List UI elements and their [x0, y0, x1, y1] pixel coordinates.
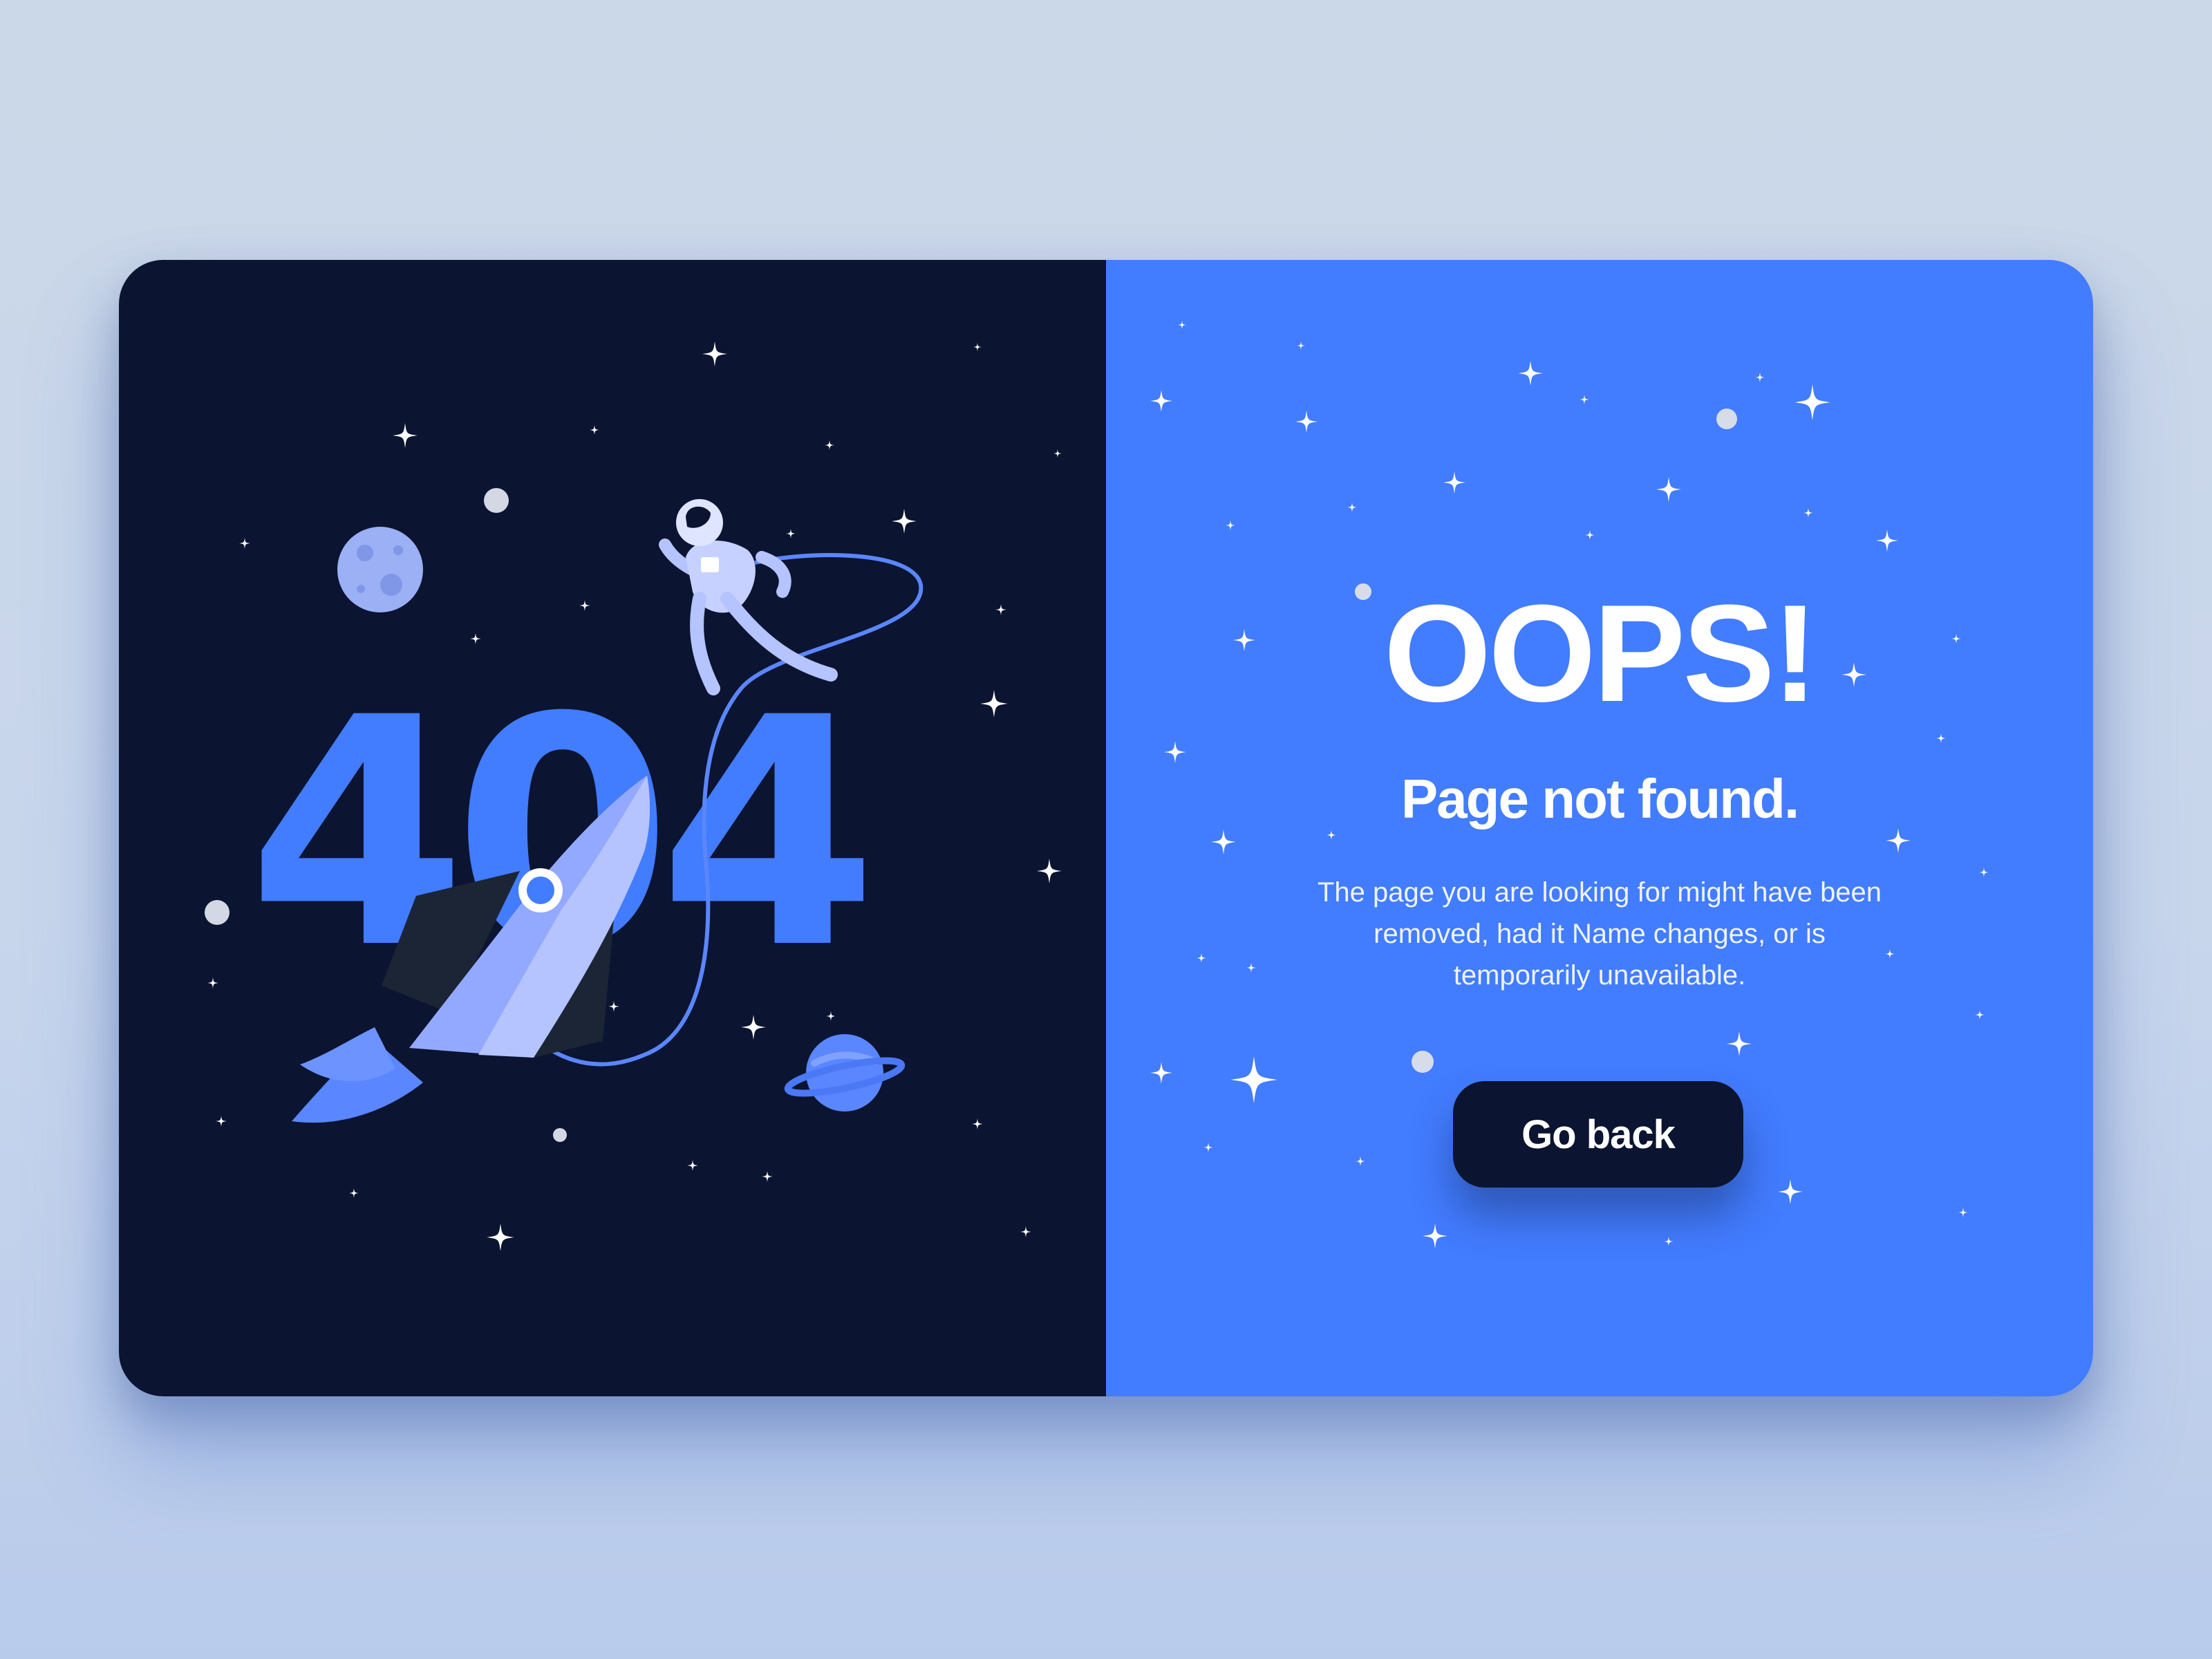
star-icon	[207, 977, 218, 988]
star-icon	[487, 1224, 514, 1251]
star-icon	[1020, 1226, 1031, 1237]
star-icon	[239, 538, 250, 549]
star-icon	[1037, 859, 1062, 883]
error-message-line: temporarily unavailable.	[1453, 960, 1746, 991]
go-back-button[interactable]: Go back	[1453, 1081, 1743, 1188]
star-icon	[687, 1160, 698, 1171]
star-icon	[973, 343, 982, 351]
planet-icon	[784, 1034, 906, 1112]
error-message-line: The page you are looking for might have …	[1317, 877, 1882, 908]
error-title: OOPS!	[1383, 577, 1819, 731]
star-icon	[995, 604, 1006, 615]
moon-icon	[337, 527, 423, 612]
error-message: The page you are looking for might have …	[1288, 872, 1911, 996]
star-icon	[470, 633, 481, 644]
space-illustration: 404	[205, 341, 1062, 1251]
star-icon	[349, 1188, 359, 1198]
star-icon	[1053, 449, 1062, 458]
star-icon	[393, 423, 418, 448]
error-message-line: removed, had it Name changes, or is	[1374, 919, 1826, 949]
star-icon	[892, 509, 917, 534]
star-dot	[553, 1128, 567, 1142]
star-icon	[579, 600, 590, 611]
star-icon	[216, 1116, 227, 1127]
star-icon	[786, 529, 796, 538]
star-icon	[825, 440, 834, 450]
error-card: 404 OOPS! Page not found. The page you a…	[119, 260, 2093, 1396]
error-subtitle: Page not found.	[1400, 768, 1799, 830]
star-dot	[484, 488, 509, 513]
star-icon	[980, 690, 1008, 718]
star-icon	[762, 1171, 773, 1182]
star-dot	[205, 900, 229, 925]
star-icon	[702, 341, 727, 366]
star-icon	[972, 1118, 983, 1130]
star-icon	[741, 1015, 766, 1040]
illustration-panel: 404	[119, 260, 1106, 1396]
error-panel: OOPS! Page not found. The page you are l…	[1106, 260, 2093, 1396]
star-icon	[590, 425, 599, 435]
error-content: OOPS! Page not found. The page you are l…	[1106, 260, 2093, 1396]
